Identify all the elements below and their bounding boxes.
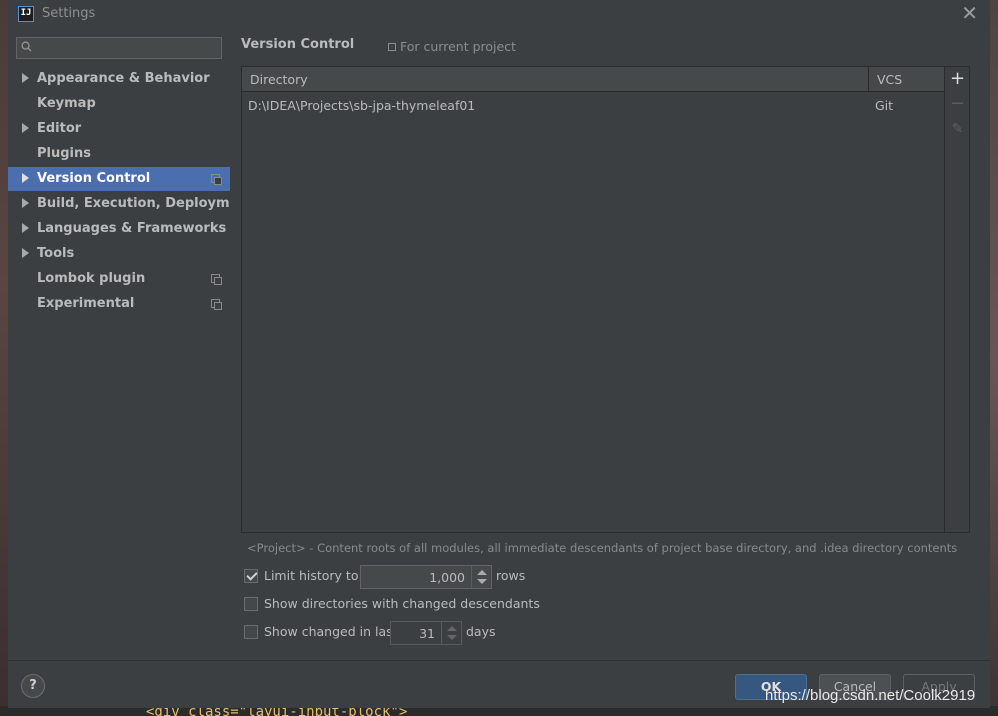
spinner-down-icon xyxy=(477,579,487,584)
sidebar-item-label: Tools xyxy=(37,246,75,261)
history-rows-value: 1,000 xyxy=(429,570,465,585)
sidebar-item-editor[interactable]: Editor xyxy=(8,117,230,141)
sidebar-item-languages-frameworks[interactable]: Languages & Frameworks xyxy=(8,217,230,241)
sidebar-item-build-execution-deployment[interactable]: Build, Execution, Deployment xyxy=(8,192,254,216)
sidebar-item-label: Experimental xyxy=(37,296,135,311)
spinner-down-icon xyxy=(447,635,457,640)
cell-directory[interactable]: D:\IDEA\Projects\sb-jpa-thymeleaf01 xyxy=(248,98,475,113)
sidebar-item-label: Editor xyxy=(37,121,82,136)
sidebar-item-label: Build, Execution, Deployment xyxy=(37,196,254,211)
show-changed-checkbox[interactable] xyxy=(244,625,258,639)
show-directories-label: Show directories with changed descendant… xyxy=(264,596,540,611)
column-header-vcs[interactable]: VCS xyxy=(869,67,944,92)
sidebar-item-version-control[interactable]: Version Control xyxy=(8,167,230,191)
csdn-watermark: https://blog.csdn.net/Coolk2919 xyxy=(765,687,976,704)
content-roots-hint: <Project> - Content roots of all modules… xyxy=(247,541,958,555)
window-title: Settings xyxy=(42,6,96,21)
table-body: Directory VCS D:\IDEA\Projects\sb-jpa-th… xyxy=(242,67,944,532)
changed-days-spinner[interactable]: 31 xyxy=(390,621,462,645)
add-mapping-button[interactable]: + xyxy=(945,68,970,92)
show-directories-checkbox[interactable] xyxy=(244,597,258,611)
project-scope-icon xyxy=(211,274,222,285)
sidebar-item-appearance-behavior[interactable]: Appearance & Behavior xyxy=(8,67,230,91)
limit-history-option: Limit history to: 1,000 rows xyxy=(244,565,644,589)
changed-days-value: 31 xyxy=(419,626,435,641)
edit-mapping-button[interactable]: ✎ xyxy=(945,118,970,142)
sidebar-item-tools[interactable]: Tools xyxy=(8,242,230,266)
sidebar-item-lombok-plugin[interactable]: Lombok plugin xyxy=(8,267,230,291)
sidebar-item-label: Keymap xyxy=(37,96,96,111)
version-control-panel: Version Control For current project Dire… xyxy=(230,28,990,660)
show-directories-option: Show directories with changed descendant… xyxy=(244,593,644,615)
settings-sidebar: Appearance & Behavior Keymap Editor Plug… xyxy=(8,28,254,660)
expand-arrow-icon xyxy=(22,223,29,233)
cell-vcs[interactable]: Git xyxy=(875,98,893,113)
sidebar-item-label: Appearance & Behavior xyxy=(37,71,210,86)
background-left-edge xyxy=(0,0,8,716)
sidebar-item-label: Lombok plugin xyxy=(37,271,146,286)
remove-mapping-button[interactable]: − xyxy=(945,93,970,117)
rows-label: rows xyxy=(496,568,526,583)
page-title: Version Control xyxy=(241,37,355,52)
spinner-arrows[interactable] xyxy=(441,622,461,644)
show-changed-option: Show changed in last 31 days xyxy=(244,621,644,645)
help-button[interactable]: ? xyxy=(21,674,45,698)
show-changed-label: Show changed in last xyxy=(264,624,398,639)
expand-arrow-icon xyxy=(22,123,29,133)
close-icon[interactable]: ✕ xyxy=(961,3,978,23)
spinner-up-icon xyxy=(477,570,487,575)
sidebar-item-keymap[interactable]: Keymap xyxy=(8,92,230,116)
spinner-arrows[interactable] xyxy=(471,566,491,588)
settings-dialog: IJ Settings ✕ Appearance & Behavior Keym… xyxy=(8,0,990,708)
expand-arrow-icon xyxy=(22,198,29,208)
project-scope-icon xyxy=(388,43,396,51)
column-header-directory[interactable]: Directory xyxy=(242,67,869,92)
spinner-up-icon xyxy=(447,626,457,631)
table-toolbar: + − ✎ xyxy=(944,67,969,532)
history-rows-spinner[interactable]: 1,000 xyxy=(360,565,492,589)
sidebar-item-experimental[interactable]: Experimental xyxy=(8,292,230,316)
limit-history-label: Limit history to: xyxy=(264,568,363,583)
scope-label: For current project xyxy=(388,39,516,54)
expand-arrow-icon xyxy=(22,73,29,83)
limit-history-checkbox[interactable] xyxy=(244,569,258,583)
days-label: days xyxy=(466,624,496,639)
sidebar-item-label: Version Control xyxy=(37,171,151,186)
sidebar-item-plugins[interactable]: Plugins xyxy=(8,142,230,166)
background-right-edge xyxy=(990,0,998,716)
vcs-mappings-table: Directory VCS D:\IDEA\Projects\sb-jpa-th… xyxy=(241,66,970,533)
project-scope-icon xyxy=(211,174,222,185)
sidebar-item-label: Languages & Frameworks xyxy=(37,221,227,236)
search-icon xyxy=(21,41,32,52)
scope-text: For current project xyxy=(400,39,516,54)
intellij-app-icon: IJ xyxy=(18,6,34,22)
expand-arrow-icon xyxy=(22,248,29,258)
title-bar: IJ Settings ✕ xyxy=(8,0,990,28)
sidebar-item-label: Plugins xyxy=(37,146,91,161)
project-scope-icon xyxy=(211,299,222,310)
expand-arrow-icon xyxy=(22,173,29,183)
settings-search-input[interactable] xyxy=(16,37,222,59)
